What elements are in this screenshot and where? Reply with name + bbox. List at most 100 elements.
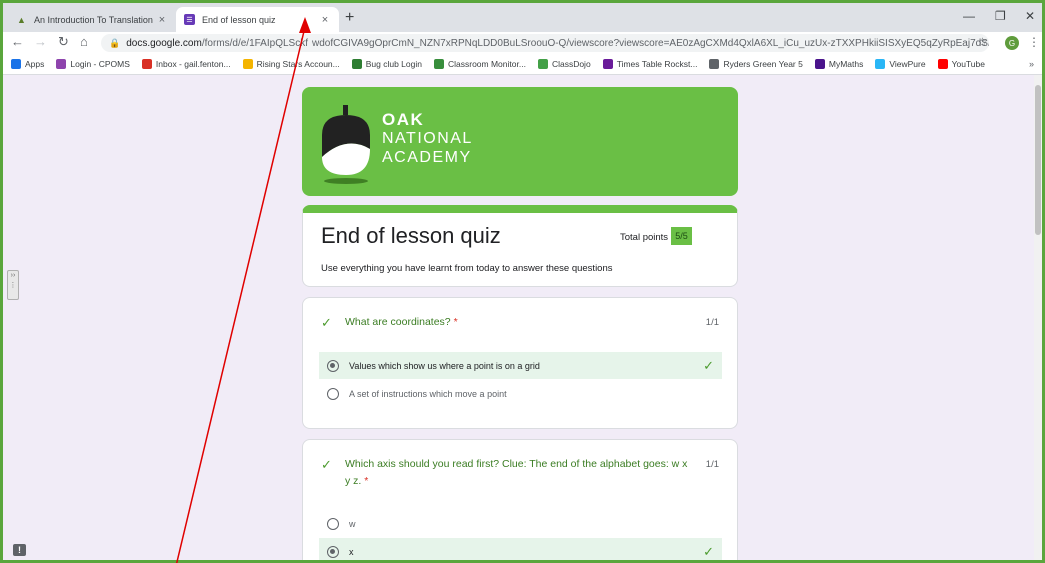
lock-icon: 🔒 — [109, 37, 121, 48]
quiz-description: Use everything you have learnt from toda… — [321, 263, 613, 274]
bookmark-item[interactable]: ViewPure — [875, 59, 926, 69]
close-icon[interactable]: × — [156, 14, 168, 26]
radio-button-selected[interactable] — [327, 545, 339, 558]
globe-icon — [709, 59, 720, 69]
required-mark: * — [364, 475, 369, 487]
google-forms-icon: ☰ — [184, 14, 195, 25]
bookmarks-overflow-button[interactable]: » — [1029, 59, 1034, 69]
answer-option[interactable]: x ✓ — [319, 538, 722, 560]
url-path: /forms/d/e/1FAIpQLSckf wdofCGIVA9gOprCmN… — [201, 37, 989, 49]
close-icon[interactable]: × — [319, 14, 331, 26]
question-text: What are coordinates? * — [345, 314, 675, 331]
quiz-title: End of lesson quiz — [321, 223, 501, 248]
question-label: Which axis should you read first? Clue: … — [345, 458, 688, 487]
menu-kebab-icon[interactable]: ⋮ — [1028, 35, 1040, 49]
minimize-icon[interactable]: — — [963, 9, 975, 23]
bug-club-icon — [351, 59, 362, 69]
oak-line-1: OAK — [382, 110, 425, 129]
profile-avatar[interactable]: G — [1005, 36, 1019, 50]
bookmark-star-icon[interactable]: ☆ — [977, 35, 988, 49]
question-label: What are coordinates? — [345, 316, 451, 328]
page-content: ›› ⋮ OAK NATIONAL ACADEMY End of lesson q… — [3, 75, 1042, 560]
maximize-icon[interactable]: ❐ — [995, 9, 1006, 23]
option-label: x — [349, 546, 354, 557]
oak-line-2: NATIONAL — [382, 130, 473, 147]
tab-title: End of lesson quiz — [202, 14, 276, 25]
bookmark-label: Inbox - gail.fenton... — [155, 59, 231, 69]
bookmark-item[interactable]: Bug club Login — [351, 59, 422, 69]
cpoms-icon — [56, 59, 67, 69]
bookmark-label: ClassDojo — [551, 59, 591, 69]
bookmark-item[interactable]: Rising Stars Accoun... — [242, 59, 340, 69]
bookmark-label: Apps — [25, 59, 45, 69]
side-panel-handle[interactable]: ›› ⋮ — [7, 270, 19, 300]
classroom-monitor-icon — [433, 59, 444, 69]
tab-title: An Introduction To Translation | — [34, 14, 156, 25]
bookmark-item[interactable]: YouTube — [937, 59, 985, 69]
url-host: docs.google.com — [126, 37, 202, 49]
question-card: ✓ Which axis should you read first? Clue… — [302, 439, 738, 560]
address-toolbar: ← → ↻ ⌂ 🔒 docs.google.com /forms/d/e/1FA… — [3, 32, 1042, 54]
bookmark-item[interactable]: Login - CPOMS — [56, 59, 130, 69]
bookmark-label: MyMaths — [828, 59, 864, 69]
bookmark-label: Classroom Monitor... — [447, 59, 526, 69]
radio-button-selected[interactable] — [327, 359, 339, 372]
bookmark-label: Bug club Login — [365, 59, 422, 69]
option-label: Values which show us where a point is on… — [349, 360, 540, 371]
option-label: w — [349, 518, 356, 529]
total-points-badge: 5/5 — [671, 227, 692, 245]
tab-strip: ▲ An Introduction To Translation | × ☰ E… — [3, 3, 1042, 32]
bookmark-item[interactable]: Inbox - gail.fenton... — [141, 59, 231, 69]
bookmark-item[interactable]: Times Table Rockst... — [602, 59, 697, 69]
new-tab-button[interactable]: + — [345, 9, 354, 27]
oak-banner: OAK NATIONAL ACADEMY — [302, 87, 738, 196]
bookmark-label: Login - CPOMS — [70, 59, 130, 69]
bookmark-item[interactable]: Ryders Green Year 5 — [709, 59, 803, 69]
reload-icon[interactable]: ↻ — [58, 34, 69, 50]
required-mark: * — [453, 316, 458, 328]
option-label: A set of instructions which move a point — [349, 388, 507, 399]
checkmark-icon: ✓ — [703, 543, 714, 559]
oak-wordmark: OAK NATIONAL ACADEMY — [382, 110, 473, 167]
bookmarks-bar: Apps Login - CPOMS Inbox - gail.fenton... R… — [3, 54, 1042, 75]
radio-button[interactable] — [327, 387, 339, 400]
classdojo-icon — [537, 59, 548, 69]
bookmark-item[interactable]: ClassDojo — [537, 59, 591, 69]
forward-arrow-icon[interactable]: → — [34, 34, 47, 49]
gmail-icon — [141, 59, 152, 69]
tab-introduction-translation[interactable]: ▲ An Introduction To Translation | × — [8, 7, 176, 32]
bookmark-item[interactable]: Classroom Monitor... — [433, 59, 526, 69]
scrollbar-thumb[interactable] — [1035, 85, 1041, 235]
viewpure-icon — [875, 59, 886, 69]
question-text: Which axis should you read first? Clue: … — [345, 456, 695, 490]
answer-option[interactable]: A set of instructions which move a point — [319, 380, 722, 407]
checkmark-icon: ✓ — [321, 457, 332, 472]
address-bar[interactable]: 🔒 docs.google.com /forms/d/e/1FAIpQLSckf… — [101, 34, 989, 52]
checkmark-icon: ✓ — [321, 315, 332, 330]
youtube-icon — [937, 59, 948, 69]
feedback-icon[interactable]: ! — [13, 544, 26, 556]
checkmark-icon: ✓ — [703, 357, 714, 373]
tab-end-of-lesson-quiz[interactable]: ☰ End of lesson quiz × — [176, 7, 339, 32]
answer-option[interactable]: Values which show us where a point is on… — [319, 352, 722, 379]
bookmark-label: Ryders Green Year 5 — [723, 59, 803, 69]
close-window-icon[interactable]: ✕ — [1025, 9, 1035, 23]
radio-button[interactable] — [327, 517, 339, 530]
ttrockstars-icon — [602, 59, 613, 69]
total-points-label: Total points — [620, 232, 669, 243]
oak-favicon-icon: ▲ — [17, 14, 26, 25]
quiz-header-card: End of lesson quiz Total points 5/5 Use … — [302, 205, 738, 287]
bookmark-item[interactable]: MyMaths — [814, 59, 864, 69]
question-score: 1/1 — [705, 459, 719, 470]
answer-option[interactable]: w — [319, 510, 722, 537]
home-icon[interactable]: ⌂ — [80, 34, 88, 49]
scrollbar[interactable] — [1034, 75, 1042, 560]
apps-grid-icon — [11, 59, 21, 69]
question-score: 1/1 — [705, 317, 719, 328]
rising-stars-icon — [242, 59, 253, 69]
acorn-logo-icon — [322, 105, 370, 184]
bookmark-item[interactable]: Apps — [11, 59, 44, 69]
back-arrow-icon[interactable]: ← — [11, 34, 24, 49]
bookmark-label: Rising Stars Accoun... — [256, 59, 340, 69]
oak-line-3: ACADEMY — [382, 149, 472, 166]
